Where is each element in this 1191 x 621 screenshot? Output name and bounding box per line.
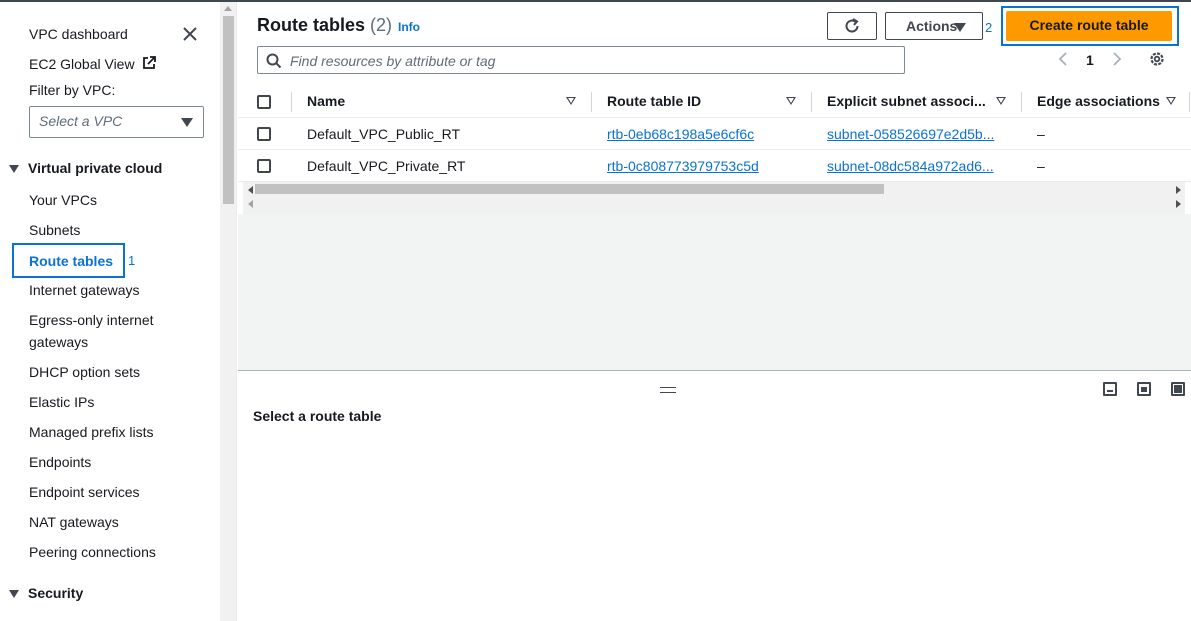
page-title: Route tables (2) [257, 15, 392, 36]
sidebar-item-elastic-ips[interactable]: Elastic IPs [29, 392, 94, 412]
search-input[interactable]: Find resources by attribute or tag [257, 46, 905, 74]
split-panel-title: Select a route table [253, 408, 382, 424]
scroll-up-icon[interactable] [224, 6, 232, 11]
scroll-right-icon[interactable] [1176, 186, 1181, 194]
subnet-link[interactable]: subnet-08dc584a972ad6... [827, 158, 994, 174]
vpc-filter-select[interactable]: Select a VPC [29, 106, 204, 138]
sidebar-item-ec2-global-view[interactable]: EC2 Global View [29, 54, 157, 74]
sidebar-item-route-tables[interactable]: Route tables [12, 243, 125, 278]
section-security[interactable]: Security [9, 585, 83, 601]
sort-icon[interactable] [786, 97, 796, 105]
scroll-right-icon[interactable] [1176, 200, 1181, 208]
sidebar-item-subnets[interactable]: Subnets [29, 220, 80, 240]
drag-handle-icon[interactable] [660, 387, 676, 393]
close-icon[interactable] [180, 24, 200, 44]
table-panel: Route tables (2) Info Actions 2 Create r… [238, 2, 1191, 370]
external-link-icon [143, 56, 157, 69]
sidebar-item-endpoint-services[interactable]: Endpoint services [29, 482, 140, 502]
sort-icon[interactable] [996, 97, 1006, 105]
column-header-edge-associations[interactable]: Edge associations [1037, 93, 1160, 109]
caret-down-icon [9, 165, 19, 174]
section-label: Virtual private cloud [28, 160, 163, 176]
column-separator [291, 92, 292, 112]
sidebar-item-managed-prefix-lists[interactable]: Managed prefix lists [29, 422, 154, 442]
column-separator [1021, 92, 1022, 112]
sidebar-scrollbar[interactable] [220, 2, 237, 621]
cell-edge-associations: – [1037, 126, 1045, 142]
panel-side-icon[interactable] [1137, 382, 1151, 396]
scrollbar-thumb[interactable] [255, 184, 884, 194]
chevron-right-icon[interactable] [1111, 51, 1123, 67]
table-header: Route tables (2) Info Actions 2 Create r… [238, 2, 1191, 88]
sidebar-item-label: Route tables [29, 253, 114, 269]
select-all-checkbox[interactable] [257, 95, 271, 109]
split-panel: Select a route table [238, 370, 1191, 621]
gear-icon[interactable] [1148, 50, 1166, 68]
row-checkbox[interactable] [257, 127, 271, 141]
cell-edge-associations: – [1037, 158, 1045, 174]
actions-label: Actions [906, 18, 958, 34]
sidebar-item-vpc-dashboard[interactable]: VPC dashboard [29, 24, 128, 44]
scroll-left-icon[interactable] [248, 200, 253, 208]
refresh-button[interactable] [827, 12, 877, 40]
column-header-name[interactable]: Name [307, 93, 345, 109]
item-count: (2) [370, 15, 393, 35]
column-separator [811, 92, 812, 112]
panel-maximize-icon[interactable] [1171, 382, 1185, 396]
sidebar-item-dhcp-option-sets[interactable]: DHCP option sets [29, 362, 140, 382]
route-table-id-link[interactable]: rtb-0c808773979753c5d [607, 158, 759, 174]
create-route-table-button[interactable]: Create route table [1006, 11, 1172, 41]
page-title-text: Route tables [257, 15, 366, 35]
scroll-left-icon[interactable] [248, 186, 253, 194]
caret-down-icon [181, 118, 193, 127]
cell-name: Default_VPC_Private_RT [307, 158, 466, 174]
scrollbar-thumb[interactable] [223, 16, 234, 204]
table-row[interactable]: Default_VPC_Private_RT rtb-0c80877397975… [238, 150, 1191, 182]
filter-by-vpc-label: Filter by VPC: [29, 82, 116, 98]
sidebar: VPC dashboard EC2 Global View Filter by … [0, 2, 220, 621]
step-annotation-2: 2 [985, 20, 993, 35]
row-checkbox[interactable] [257, 159, 271, 173]
vpc-filter-placeholder: Select a VPC [39, 113, 123, 129]
table-header-row: Name Route table ID Explicit subnet asso… [238, 86, 1191, 118]
caret-down-icon [954, 23, 966, 32]
sidebar-item-egress-only-internet-gateways-line2[interactable]: gateways [29, 332, 88, 352]
sidebar-item-nat-gateways[interactable]: NAT gateways [29, 512, 119, 532]
subnet-link[interactable]: subnet-058526697e2d5b... [827, 126, 994, 142]
table-row[interactable]: Default_VPC_Public_RT rtb-0eb68c198a5e6c… [238, 118, 1191, 150]
caret-down-icon [9, 590, 19, 599]
column-header-explicit-subnet[interactable]: Explicit subnet associ... [827, 93, 986, 109]
pagination: 1 [1053, 48, 1133, 72]
page-number[interactable]: 1 [1086, 52, 1094, 68]
sidebar-item-your-vpcs[interactable]: Your VPCs [29, 190, 97, 210]
search-icon [266, 53, 282, 69]
panel-bottom-icon[interactable] [1103, 382, 1117, 396]
route-tables-table: Name Route table ID Explicit subnet asso… [238, 86, 1191, 182]
actions-button[interactable]: Actions [885, 12, 983, 40]
sort-icon[interactable] [566, 97, 576, 105]
step-annotation-1: 1 [128, 253, 136, 268]
section-virtual-private-cloud[interactable]: Virtual private cloud [9, 160, 162, 176]
sidebar-item-endpoints[interactable]: Endpoints [29, 452, 91, 472]
column-header-route-table-id[interactable]: Route table ID [607, 93, 701, 109]
sidebar-item-peering-connections[interactable]: Peering connections [29, 542, 156, 562]
scrollbar-track[interactable] [243, 182, 1185, 214]
route-table-id-link[interactable]: rtb-0eb68c198a5e6cf6c [607, 126, 754, 142]
sort-icon[interactable] [1166, 97, 1176, 105]
sidebar-item-label: EC2 Global View [29, 56, 135, 72]
sidebar-item-internet-gateways[interactable]: Internet gateways [29, 280, 140, 300]
refresh-icon [845, 18, 859, 33]
main-content: Route tables (2) Info Actions 2 Create r… [238, 2, 1191, 621]
search-placeholder: Find resources by attribute or tag [290, 53, 496, 69]
column-separator [1189, 92, 1190, 112]
cell-name: Default_VPC_Public_RT [307, 126, 461, 142]
column-separator [591, 92, 592, 112]
info-link[interactable]: Info [398, 20, 420, 34]
section-label: Security [28, 585, 84, 601]
chevron-left-icon[interactable] [1057, 51, 1069, 67]
sidebar-item-egress-only-internet-gateways[interactable]: Egress-only internet [29, 310, 154, 330]
table-horizontal-scrollbar[interactable] [238, 182, 1191, 214]
